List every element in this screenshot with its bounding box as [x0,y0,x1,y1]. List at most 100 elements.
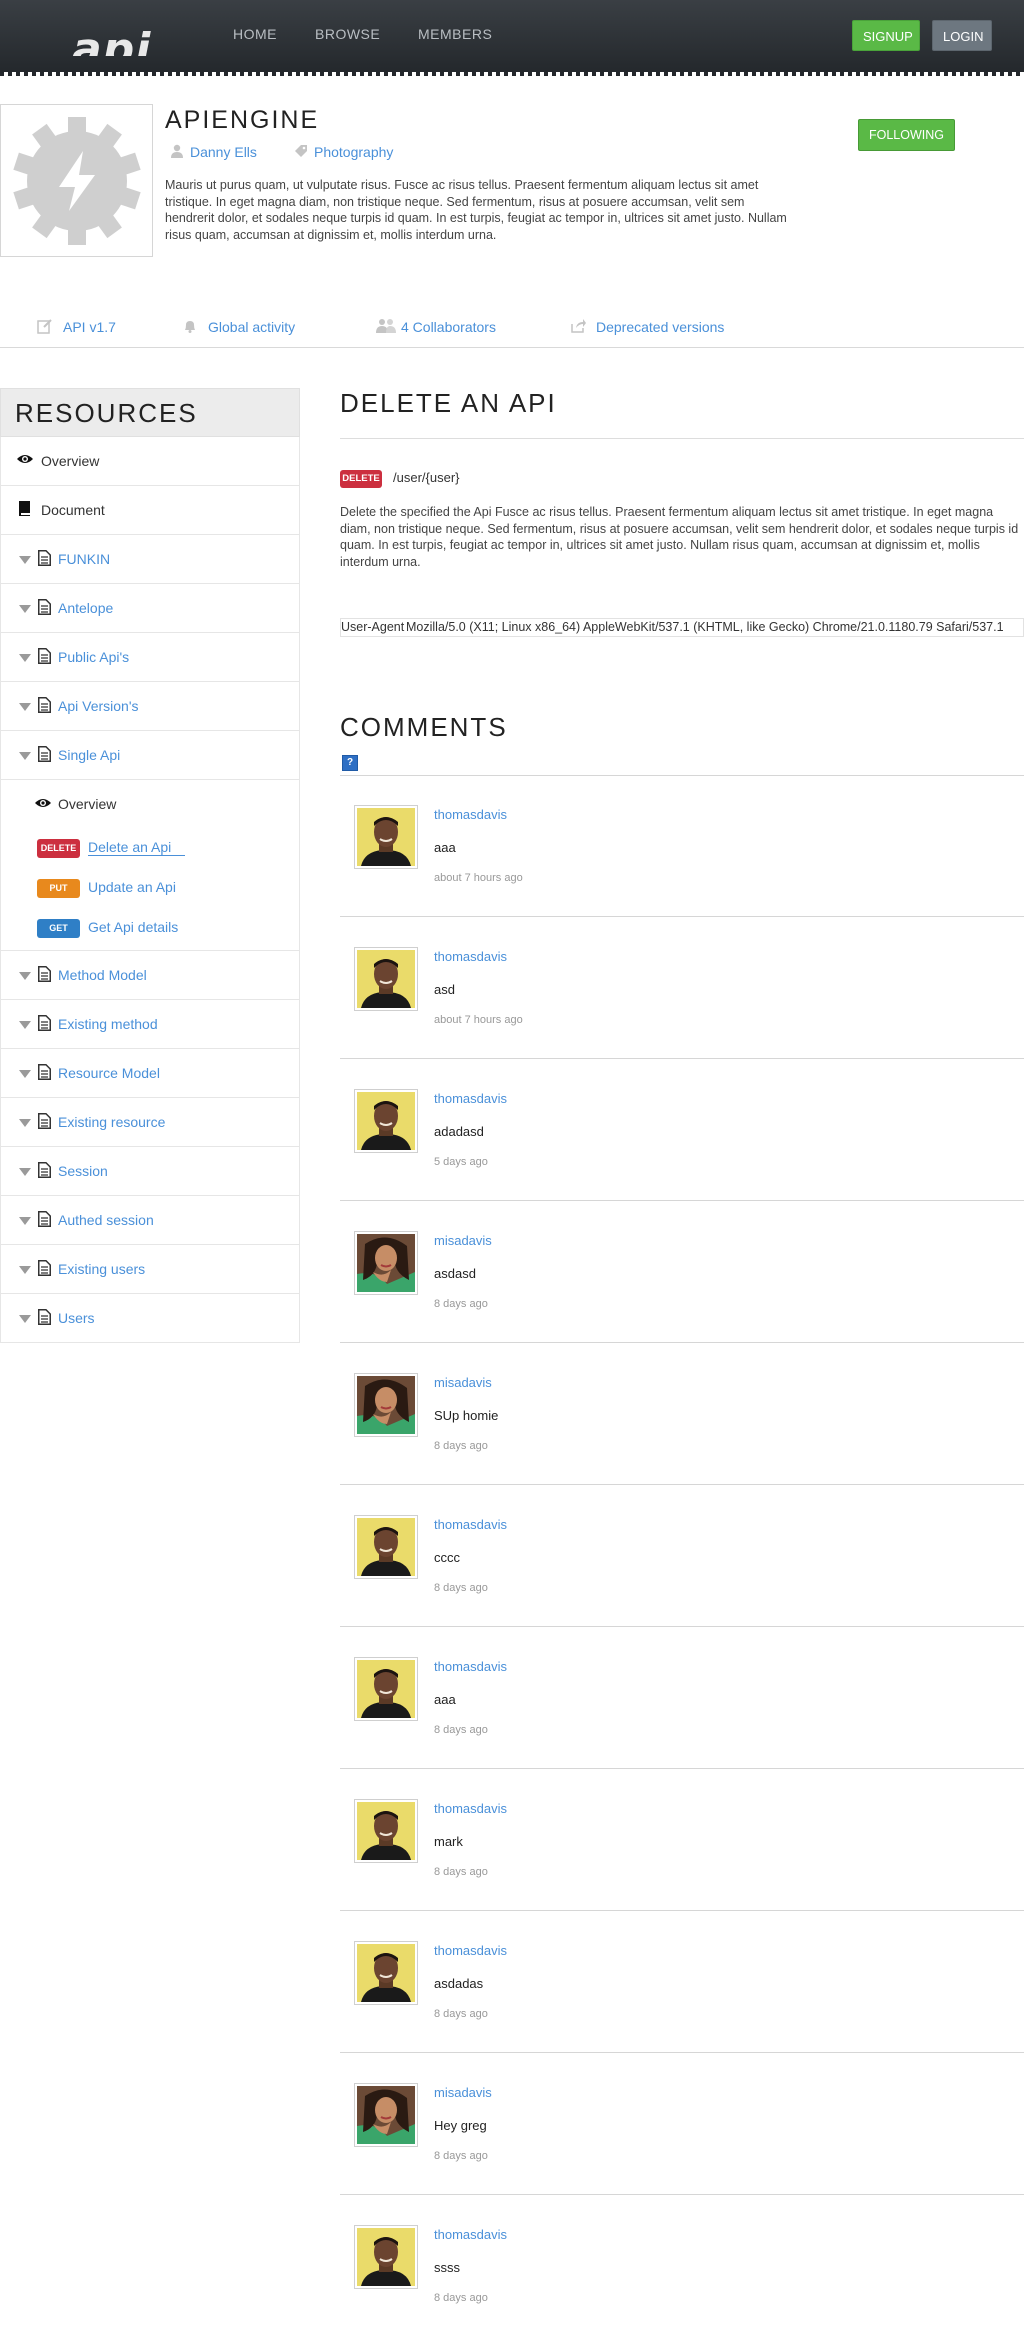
sidebar-group-authed-session[interactable]: Authed session [0,1196,300,1245]
document-icon [38,1309,51,1325]
comment-text: Hey greg [434,2118,487,2133]
comment-text: asd [434,982,455,997]
collapse-arrow-icon[interactable] [19,703,31,711]
sidebar-method-delete-api[interactable]: DELETE Delete an Api [0,829,300,869]
comment-author-link[interactable]: thomasdavis [434,807,507,822]
comment-author-link[interactable]: misadavis [434,1233,492,1248]
sidebar-subitem-overview[interactable]: Overview [0,780,300,829]
sidebar-group-method-model[interactable]: Method Model [0,951,300,1000]
comment-text: asdasd [434,1266,476,1281]
signup-button[interactable]: SIGNUP [852,20,920,51]
sidebar-method-update-api[interactable]: PUT Update an Api [0,869,300,909]
comment-author-link[interactable]: thomasdavis [434,1091,507,1106]
comment-timestamp: about 7 hours ago [434,872,523,884]
sidebar-method-get-api[interactable]: GET Get Api details [0,909,300,949]
comment-author-link[interactable]: thomasdavis [434,1801,507,1816]
commenter-avatar[interactable] [354,947,418,1011]
comment-text: aaa [434,1692,456,1707]
sidebar-group-existing-resource[interactable]: Existing resource [0,1098,300,1147]
commenter-avatar[interactable] [354,1231,418,1295]
comment-author-link[interactable]: thomasdavis [434,949,507,964]
subnav-global-activity[interactable]: Global activity [185,319,295,335]
comment-item: thomasdavis ssss 8 days ago [340,2196,1024,2326]
commenter-avatar[interactable] [354,805,418,869]
collapse-arrow-icon[interactable] [19,1070,31,1078]
collapse-arrow-icon[interactable] [19,1315,31,1323]
comment-text: ssss [434,2260,460,2275]
commenter-avatar[interactable] [354,1089,418,1153]
collapse-arrow-icon[interactable] [19,1168,31,1176]
sidebar-title: RESOURCES [0,388,300,437]
nav-members-link[interactable]: MEMBERS [418,26,492,42]
comment-author-link[interactable]: thomasdavis [434,1659,507,1674]
collapse-arrow-icon[interactable] [19,605,31,613]
document-icon [38,599,51,615]
sidebar-group-single-api[interactable]: Single Api [0,731,300,780]
collapse-arrow-icon[interactable] [19,654,31,662]
comment-text: cccc [434,1550,460,1565]
site-logo[interactable]: api [72,16,192,56]
sidebar-item-document[interactable]: Document [0,486,300,535]
comment-item: thomasdavis cccc 8 days ago [340,1486,1024,1627]
sidebar-group-existing-method[interactable]: Existing method [0,1000,300,1049]
commenter-avatar[interactable] [354,2225,418,2289]
comment-author-link[interactable]: misadavis [434,1375,492,1390]
document-icon [38,1113,51,1129]
comment-item: thomasdavis aaa 8 days ago [340,1628,1024,1769]
document-icon [38,697,51,713]
commenter-avatar[interactable] [354,1515,418,1579]
sidebar-group-funkin[interactable]: FUNKIN [0,535,300,584]
sidebar-group-antelope[interactable]: Antelope [0,584,300,633]
gear-bolt-icon [13,117,141,245]
comment-author-link[interactable]: thomasdavis [434,1943,507,1958]
sidebar-group-session[interactable]: Session [0,1147,300,1196]
collapse-arrow-icon[interactable] [19,1217,31,1225]
document-icon [38,1015,51,1031]
help-icon[interactable]: ? [342,755,358,771]
sidebar-group-public-apis[interactable]: Public Api's [0,633,300,682]
comment-text: mark [434,1834,463,1849]
collapse-arrow-icon[interactable] [19,1119,31,1127]
subnav-deprecated-versions[interactable]: Deprecated versions [571,319,724,335]
comment-author-link[interactable]: misadavis [434,2085,492,2100]
document-icon [38,1064,51,1080]
sidebar-group-users[interactable]: Users [0,1294,300,1343]
commenter-avatar[interactable] [354,1657,418,1721]
header-value: Mozilla/5.0 (X11; Linux x86_64) AppleWeb… [406,620,1004,634]
put-method-badge: PUT [37,879,80,898]
comment-item: thomasdavis adadasd 5 days ago [340,1060,1024,1201]
comment-timestamp: about 7 hours ago [434,1014,523,1026]
subnav-version[interactable]: API v1.7 [37,319,116,335]
section-title: DELETE AN API [340,388,557,418]
collapse-arrow-icon[interactable] [19,1266,31,1274]
category-link[interactable]: Photography [295,144,393,160]
sidebar-item-overview[interactable]: Overview [0,437,300,486]
sidebar-group-existing-users[interactable]: Existing users [0,1245,300,1294]
commenter-avatar[interactable] [354,1799,418,1863]
collapse-arrow-icon[interactable] [19,752,31,760]
collapse-arrow-icon[interactable] [19,972,31,980]
collapse-arrow-icon[interactable] [19,1021,31,1029]
following-button[interactable]: FOLLOWING [858,119,955,151]
collapse-arrow-icon[interactable] [19,556,31,564]
tag-icon [295,145,307,157]
comment-item: misadavis SUp homie 8 days ago [340,1344,1024,1485]
comment-item: misadavis Hey greg 8 days ago [340,2054,1024,2195]
nav-home-link[interactable]: HOME [233,26,277,42]
book-icon [19,501,30,516]
main-content: DELETE AN API [340,388,1024,419]
commenter-avatar[interactable] [354,2083,418,2147]
comment-author-link[interactable]: thomasdavis [434,2227,507,2242]
owner-link[interactable]: Danny Ells [171,144,257,160]
nav-browse-link[interactable]: BROWSE [315,26,380,42]
login-button[interactable]: LOGIN [932,20,992,51]
document-icon [38,966,51,982]
commenter-avatar[interactable] [354,1941,418,2005]
get-method-badge: GET [37,919,80,938]
comment-author-link[interactable]: thomasdavis [434,1517,507,1532]
commenter-avatar[interactable] [354,1373,418,1437]
eye-icon [35,799,51,807]
subnav-collaborators[interactable]: 4 Collaborators [376,319,496,335]
sidebar-group-resource-model[interactable]: Resource Model [0,1049,300,1098]
sidebar-group-api-versions[interactable]: Api Version's [0,682,300,731]
